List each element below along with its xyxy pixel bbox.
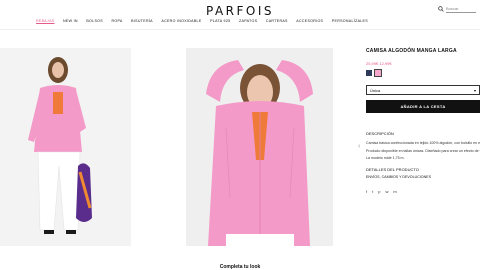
nav-item-acero[interactable]: ACERO INOXIDABLE <box>161 19 201 23</box>
main-nav: REBAJAS NEW IN BOLSOS ROPA BISUTERÍA ACE… <box>36 19 368 23</box>
nav-item-new-in[interactable]: NEW IN <box>63 19 78 23</box>
header-divider <box>0 29 480 30</box>
shipping-returns-link[interactable]: ENVÍOS, CAMBIOS Y DEVOLUCIONES <box>366 175 480 179</box>
email-icon[interactable]: m <box>393 189 396 194</box>
product-photo-closeup[interactable] <box>186 48 333 246</box>
product-photo-full-body[interactable] <box>0 48 131 246</box>
add-to-cart-button[interactable]: AÑADIR A LA CESTA <box>366 100 480 113</box>
color-swatch-pink[interactable] <box>373 68 383 78</box>
product-price: 25,99€ 12,99€ <box>366 61 392 66</box>
brand-logo[interactable]: PARFOIS <box>0 4 480 18</box>
nav-item-ropa[interactable]: ROPA <box>112 19 123 23</box>
whatsapp-icon[interactable]: w <box>385 189 388 194</box>
facebook-icon[interactable]: f <box>366 189 367 194</box>
product-info-panel: CAMISA ALGODÓN MANGA LARGA 25,99€ 12,99€… <box>366 48 480 194</box>
nav-item-bolsos[interactable]: BOLSOS <box>86 19 103 23</box>
nav-item-personalizales[interactable]: PERSONALÍZALES <box>332 19 368 23</box>
nav-item-rebajas[interactable]: REBAJAS <box>36 19 54 23</box>
pinterest-icon[interactable]: p <box>378 189 380 194</box>
description-text-2: Producto disponible en tallas únicas. Di… <box>366 148 480 153</box>
search-input[interactable]: Buscar <box>446 6 476 13</box>
nav-item-zapatos[interactable]: ZAPATOS <box>239 19 257 23</box>
search-box[interactable]: Buscar <box>438 5 476 13</box>
product-title: CAMISA ALGODÓN MANGA LARGA <box>366 48 457 54</box>
model-closeup-image <box>186 48 333 246</box>
nav-item-bisuteria[interactable]: BISUTERÍA <box>131 19 153 23</box>
model-height-note: La modelo mide 1,75 m. <box>366 156 405 161</box>
product-details-link[interactable]: DETALLES DEL PRODUCTO <box>366 167 480 172</box>
twitter-icon[interactable]: t <box>372 189 373 194</box>
nav-item-plata[interactable]: PLATA 925 <box>210 19 230 23</box>
complete-look-heading: Completa tu look <box>219 264 261 270</box>
share-icons: f t p w m <box>366 189 480 194</box>
description-title[interactable]: DESCRIPCIÓN <box>366 131 480 136</box>
color-swatch-navy[interactable] <box>366 70 372 76</box>
chevron-down-icon: ▾ <box>473 87 476 93</box>
gallery-prev-chevron-icon[interactable]: ‹ <box>358 143 360 150</box>
nav-item-carteras[interactable]: CARTERAS <box>266 19 288 23</box>
size-select-value: Única <box>370 87 381 93</box>
size-select[interactable]: Única ▾ <box>366 85 480 95</box>
color-swatches <box>366 68 480 78</box>
description-text: Camisa básica confeccionada en tejido 10… <box>366 141 480 145</box>
model-full-body-image <box>0 48 131 246</box>
nav-item-accesorios[interactable]: ACCESORIOS <box>296 19 323 23</box>
search-icon[interactable] <box>438 6 444 12</box>
